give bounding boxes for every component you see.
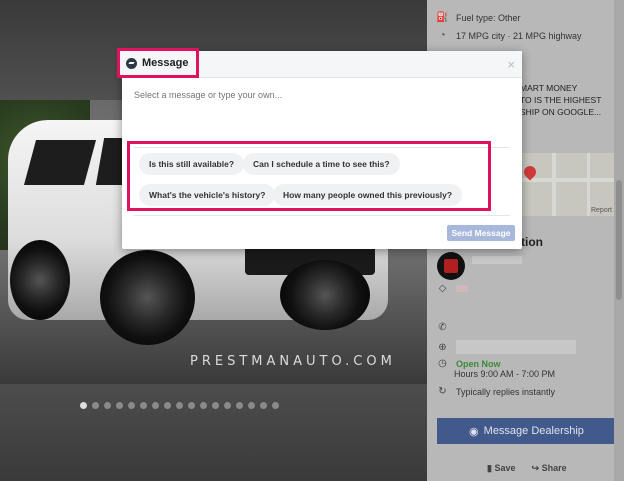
tag-row: ◇	[437, 283, 468, 294]
scrollbar[interactable]	[614, 0, 624, 481]
reply-time-text: Typically replies instantly	[456, 386, 556, 397]
hours-text: Hours 9:00 AM - 7:00 PM	[454, 369, 556, 379]
suggestions-highlight: Is this still available? Can I schedule …	[127, 141, 491, 211]
listing-description: MART MONEY TO IS THE HIGHEST SHIP ON GOO…	[520, 82, 620, 118]
gallery-dot[interactable]	[248, 402, 255, 409]
phone-icon: ✆	[438, 322, 447, 333]
gallery-dot[interactable]	[188, 402, 195, 409]
save-button[interactable]: ▮ Save	[487, 463, 516, 474]
watermark: PRESTMANAUTO.COM	[190, 354, 396, 369]
save-label: Save	[494, 463, 516, 473]
map-road	[587, 153, 590, 216]
reply-icon: ↻	[438, 386, 447, 397]
website-row: ⊕	[437, 340, 576, 354]
right-wheel	[280, 260, 370, 330]
gallery-dot[interactable]	[236, 402, 243, 409]
bookmark-icon: ▮	[487, 463, 492, 473]
open-now-label: Open Now	[456, 358, 501, 369]
dialog-title-highlight: Message	[117, 48, 199, 78]
gallery-dots	[80, 402, 279, 409]
suggestion-chip[interactable]: Can I schedule a time to see this?	[243, 153, 400, 175]
gallery-dot[interactable]	[104, 402, 111, 409]
gallery-dot[interactable]	[224, 402, 231, 409]
suggestion-chip[interactable]: How many people owned this previously?	[273, 184, 463, 206]
message-input[interactable]	[134, 90, 504, 100]
mpg-row: ◔ 17 MPG city · 21 MPG highway	[437, 30, 582, 41]
seller-section-title: tion	[521, 235, 543, 249]
description-line: SHIP ON GOOGLE...	[520, 107, 602, 117]
dialog-header: Message ×	[117, 48, 522, 78]
share-icon: ↪	[531, 463, 540, 473]
gallery-dot[interactable]	[272, 402, 279, 409]
gallery-dot[interactable]	[92, 402, 99, 409]
globe-icon: ⊕	[438, 341, 447, 353]
clock-icon: ◷	[438, 358, 447, 369]
tag-icon: ◇	[438, 283, 447, 294]
fuel-type-text: Fuel type: Other	[456, 12, 521, 23]
blurred-dealer-name	[472, 256, 522, 264]
truck-window-rear	[23, 140, 97, 185]
gallery-dot[interactable]	[200, 402, 207, 409]
suggestion-chip[interactable]: Is this still available?	[139, 153, 245, 175]
gallery-dot[interactable]	[212, 402, 219, 409]
gallery-dot[interactable]	[116, 402, 123, 409]
hours-row: ◷ Open Now	[437, 358, 501, 369]
gallery-dot[interactable]	[80, 402, 87, 409]
mpg-text: 17 MPG city · 21 MPG highway	[456, 30, 582, 41]
blurred-website	[456, 340, 576, 354]
dialog-title: Message	[142, 57, 189, 69]
messenger-icon	[126, 57, 137, 69]
fuel-icon: ⛽	[436, 12, 449, 23]
share-label: Share	[541, 463, 567, 473]
message-dealership-button[interactable]: ◉ Message Dealership	[437, 418, 616, 444]
gallery-backdrop-bottom	[0, 384, 427, 481]
message-dealership-label: Message Dealership	[483, 425, 584, 437]
dialog-footer-divider	[134, 215, 510, 216]
reply-row: ↻ Typically replies instantly	[437, 386, 555, 397]
map-report-link[interactable]: Report	[591, 207, 612, 214]
phone-row: ✆	[437, 322, 448, 333]
hours-detail-row: Hours 9:00 AM - 7:00 PM	[454, 369, 555, 379]
share-button[interactable]: ↪ Share	[532, 463, 567, 474]
gallery-dot[interactable]	[176, 402, 183, 409]
messenger-icon: ◉	[469, 425, 479, 438]
gallery-dot[interactable]	[260, 402, 267, 409]
fuel-type-row: ⛽ Fuel type: Other	[436, 12, 521, 23]
rear-wheel	[10, 240, 70, 320]
message-dialog: Message × Is this still available? Can I…	[117, 48, 522, 249]
gauge-icon: ◔	[439, 30, 446, 41]
description-line: MART MONEY	[520, 83, 578, 93]
gallery-dot[interactable]	[152, 402, 159, 409]
send-message-button[interactable]: Send Message	[447, 225, 515, 241]
map-road	[552, 153, 556, 216]
suggestion-chip[interactable]: What's the vehicle's history?	[139, 184, 276, 206]
dealer-avatar[interactable]	[437, 252, 465, 280]
save-share-bar: ▮ Save ↪ Share	[487, 463, 567, 474]
scroll-thumb[interactable]	[616, 180, 622, 300]
location-map[interactable]: Report	[512, 153, 616, 216]
gallery-dot[interactable]	[128, 402, 135, 409]
gallery-dot[interactable]	[164, 402, 171, 409]
description-line: TO IS THE HIGHEST	[520, 95, 602, 105]
gallery-dot[interactable]	[140, 402, 147, 409]
front-wheel	[100, 250, 195, 345]
blurred-tag	[456, 285, 468, 292]
close-icon[interactable]: ×	[507, 57, 515, 72]
